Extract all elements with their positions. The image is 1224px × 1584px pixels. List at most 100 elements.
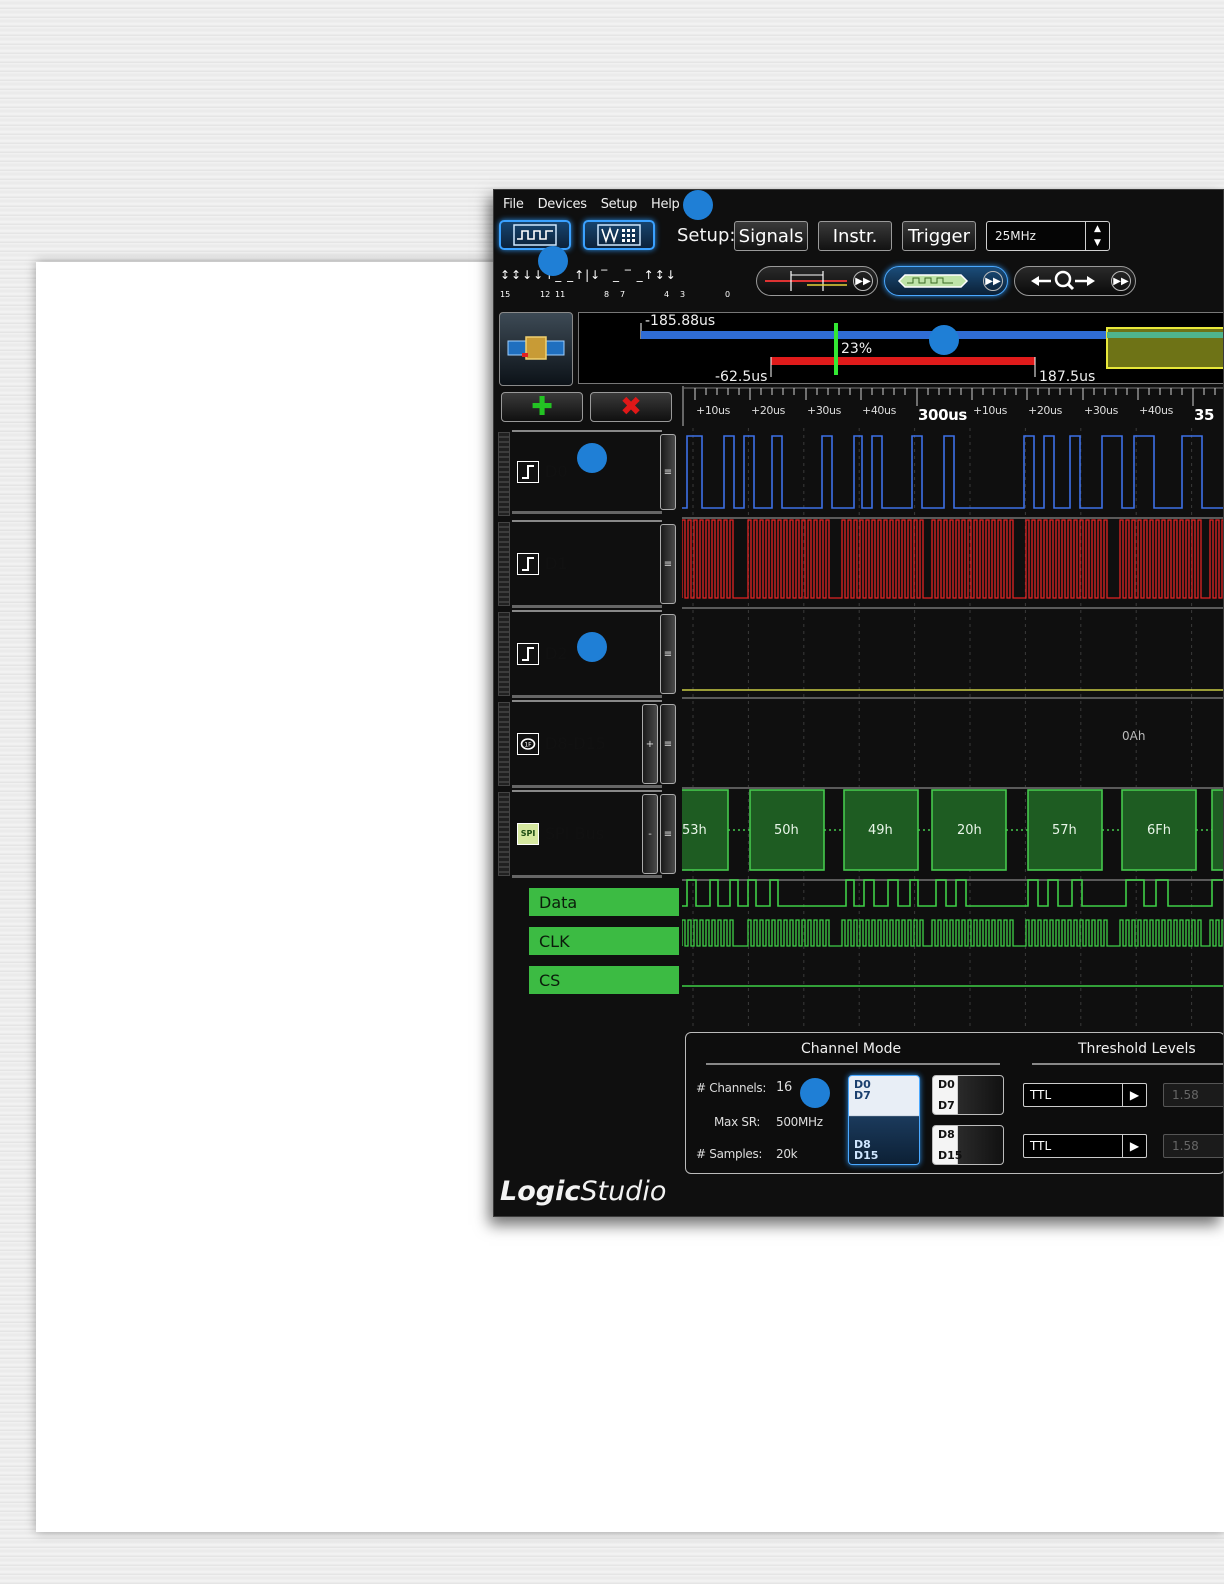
waveform-area[interactable]: 0Ah 53h 50h 49h 20h 57h 6Fh (671, 428, 1223, 1028)
channel-height-handle[interactable]: ≡ (660, 524, 676, 604)
ruler-tick-label: +40us (862, 404, 896, 417)
edge-shape (522, 556, 534, 571)
spi-sub-cs[interactable]: CS (529, 966, 679, 994)
fast-forward-icon[interactable]: ▶▶ (983, 271, 1003, 291)
spi-data-waveform (682, 879, 1223, 907)
edge-trigger-icon[interactable] (517, 552, 539, 575)
spin-down-icon[interactable]: ▼ (1094, 238, 1101, 248)
channel-height-handle[interactable]: ≡ (660, 434, 676, 510)
section-divider (706, 1063, 1000, 1065)
channel-d1[interactable]: D1 (512, 520, 662, 608)
spi-sub-data[interactable]: Data (529, 888, 679, 916)
cursor-measure-button[interactable]: ▶▶ (756, 266, 878, 296)
samples-value: 20k (776, 1147, 798, 1161)
threshold-logic-select-2[interactable]: TTL ▶ (1023, 1134, 1147, 1158)
spinner-arrows[interactable]: ▲ ▼ (1085, 222, 1109, 250)
overview-left-time: -185.88us (645, 313, 716, 329)
channel-group-d8-d15[interactable]: 1F D8-D15 (512, 700, 662, 788)
annotation-marker (929, 325, 959, 355)
menu-file[interactable]: File (503, 197, 524, 212)
mode-d8-d15-button[interactable]: D8 D15 (932, 1125, 1004, 1165)
pattern-grid-icon (597, 224, 641, 246)
spin-up-icon[interactable]: ▲ (1094, 224, 1101, 234)
spi-sub-clk[interactable]: CLK (529, 927, 679, 955)
d0-waveform (682, 435, 1223, 509)
expand-group-button[interactable]: + (642, 704, 658, 784)
channel-drag-grip[interactable] (498, 702, 510, 786)
pattern-generator-mode-button[interactable] (583, 220, 655, 250)
ruler-tick-label: +20us (1028, 404, 1062, 417)
bit-label: 8 (604, 290, 610, 299)
play-arrow-icon[interactable]: ▶ (1122, 1135, 1146, 1157)
window-end-time: 187.5us (1039, 369, 1096, 385)
fast-forward-icon[interactable]: ▶▶ (853, 271, 873, 291)
overview-window-icon (507, 336, 565, 360)
channel-drag-grip[interactable] (498, 792, 510, 876)
spi-icon[interactable]: SPI (517, 822, 539, 845)
logic-analyzer-mode-button[interactable] (499, 220, 571, 250)
channel-name: D2 (545, 644, 568, 663)
spi-bus-decode: 53h 50h 49h 20h 57h 6Fh (671, 789, 1223, 871)
setup-label: Setup: (677, 225, 736, 246)
collapse-bus-button[interactable]: - (642, 794, 658, 874)
trigger-button[interactable]: Trigger (902, 221, 976, 251)
mode-range-start: D0 (938, 1078, 955, 1091)
zoom-icon (1031, 270, 1095, 291)
mode-range-start: D8 (938, 1128, 955, 1141)
close-icon: ✖ (620, 392, 642, 422)
channel-drag-grip[interactable] (498, 522, 510, 606)
fast-forward-icon[interactable]: ▶▶ (1111, 271, 1131, 291)
bit-selector[interactable]: ↕↕↓↓↑_ _↑|↓‾ _ ‾ _↑↕↓ 15 12 11 8 7 4 3 0 (500, 268, 740, 302)
zoom-button[interactable]: ▶▶ (1014, 266, 1136, 296)
overview-toggle-button[interactable] (499, 312, 573, 386)
spi-byte-label: 49h (868, 823, 893, 838)
spi-clk-waveform (681, 919, 1223, 947)
channels-label: # Channels: (696, 1081, 767, 1095)
section-divider (1032, 1063, 1223, 1065)
bit-label: 3 (680, 290, 686, 299)
spi-byte-label: 53h (682, 823, 707, 838)
threshold-voltage-2: 1.58 (1163, 1134, 1223, 1158)
threshold-logic-select-1[interactable]: TTL ▶ (1023, 1083, 1147, 1107)
remove-channel-button[interactable]: ✖ (590, 392, 672, 422)
channel-list: D0 ≡ D1 ≡ D2 ≡ 1F D8-D15 + ≡ SPI SPI Bus… (494, 428, 682, 1008)
signals-button[interactable]: Signals (734, 221, 808, 251)
waveform-icon (513, 224, 557, 246)
channel-spi-bus[interactable]: SPI SPI Bus (512, 790, 662, 878)
overview-timeline[interactable]: -185.88us 23% -62.5us 187.5us (578, 312, 1223, 385)
group-value-icon[interactable]: 1F (517, 732, 539, 755)
sample-rate-spinner[interactable]: 25MHz ▲ ▼ (986, 221, 1110, 251)
d1-waveform (681, 519, 1223, 599)
mode-range-end: D15 (938, 1149, 963, 1162)
logicstudio-window: File Devices Setup Help Setup: Signals I… (493, 189, 1224, 1217)
annotation-marker (800, 1078, 830, 1108)
add-channel-button[interactable]: ✚ (501, 392, 583, 422)
channel-drag-grip[interactable] (498, 432, 510, 516)
threshold-voltage-1: 1.58 (1163, 1083, 1223, 1107)
channel-height-handle[interactable]: ≡ (660, 614, 676, 694)
time-ruler[interactable]: +10us +20us +30us +40us 300us +10us +20u… (682, 386, 1223, 426)
edge-trigger-icon[interactable] (517, 460, 539, 483)
samples-label: # Samples: (696, 1147, 763, 1161)
channels-value: 16 (776, 1080, 792, 1095)
group-shape: 1F (520, 737, 536, 750)
ruler-tick-label: +10us (973, 404, 1007, 417)
play-arrow-icon[interactable]: ▶ (1122, 1084, 1146, 1106)
menu-devices[interactable]: Devices (538, 197, 587, 212)
menu-setup[interactable]: Setup (601, 197, 638, 212)
channel-name: D0 (545, 462, 568, 481)
group-value-label: 0Ah (1122, 729, 1145, 743)
channel-drag-grip[interactable] (498, 612, 510, 696)
bit-label: 12 (540, 290, 551, 299)
channel-height-handle[interactable]: ≡ (660, 794, 676, 874)
menu-help[interactable]: Help (651, 197, 680, 212)
bus-decode-icon (897, 274, 969, 288)
ruler-tick-label-major: 300us (918, 406, 967, 424)
mode-d0-d7-button[interactable]: D0 D7 (932, 1075, 1004, 1115)
instr-button[interactable]: Instr. (818, 221, 892, 251)
mode-16-channel-button[interactable]: D0 D7 D8 D15 (848, 1075, 920, 1165)
bus-decode-button[interactable]: ▶▶ (884, 266, 1008, 296)
main-toolbar: Setup: Signals Instr. Trigger 25MHz ▲ ▼ (494, 218, 1223, 256)
edge-trigger-icon[interactable] (517, 642, 539, 665)
channel-height-handle[interactable]: ≡ (660, 704, 676, 784)
